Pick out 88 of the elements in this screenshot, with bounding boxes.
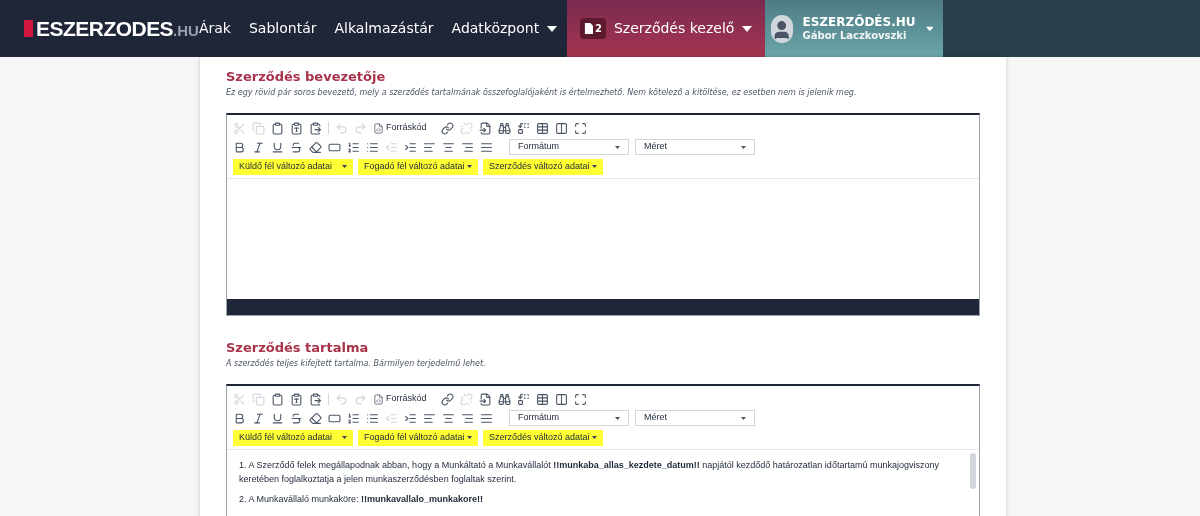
underline-icon[interactable] [271, 411, 284, 425]
maximize-icon[interactable] [573, 121, 587, 135]
dropdown[interactable]: Méret [635, 139, 755, 155]
align-justify-icon[interactable] [480, 140, 493, 154]
table-icon[interactable] [535, 392, 549, 406]
bullet-list-icon[interactable] [366, 140, 379, 154]
bold-icon[interactable] [233, 411, 246, 425]
replace-icon[interactable] [516, 392, 530, 406]
user-name: Gábor Laczkovszki [802, 28, 907, 42]
caret-icon [342, 436, 347, 439]
paste-text-icon[interactable] [290, 121, 303, 135]
nav-link[interactable]: Árak [198, 18, 231, 39]
find-icon[interactable] [497, 121, 511, 135]
align-center-icon[interactable] [442, 411, 455, 425]
caret-icon [741, 416, 746, 420]
paste-icon[interactable] [271, 392, 284, 406]
section-hint: A szerződés teljes kifejtett tartalma. Bármilyen terjedelmű lehet. [226, 358, 487, 370]
find-icon[interactable] [497, 392, 511, 406]
dropdown[interactable]: Formátum [509, 410, 629, 426]
paragraph: 2. A Munkavállaló munkaköre: !!munkavallalo_munkakore!! [239, 493, 485, 506]
align-right-icon[interactable] [461, 140, 474, 154]
caret-icon [592, 165, 597, 168]
variable-dropdown[interactable]: Szerződés változó adatai [483, 158, 603, 175]
document-icon [584, 23, 593, 34]
eraser-icon[interactable] [309, 411, 322, 425]
source-icon [373, 122, 384, 134]
align-left-icon[interactable] [423, 140, 436, 154]
link-icon[interactable] [440, 121, 454, 135]
align-center-icon[interactable] [442, 140, 455, 154]
avatar [771, 14, 793, 43]
company-name: ESZERZŐDÉS.HU [802, 15, 916, 29]
bullet-list-icon[interactable] [366, 411, 379, 425]
contract-manager-label: Szerződés kezelő [613, 19, 735, 38]
variable-dropdown[interactable]: Fogadó fél változó adatai [358, 158, 478, 175]
nav-link[interactable]: Adatközpont [451, 18, 558, 39]
nav-link[interactable]: Sablontár [249, 18, 317, 39]
caret-icon [467, 436, 472, 439]
bold-icon[interactable] [233, 140, 246, 154]
caret-icon [547, 25, 558, 32]
caret-icon [741, 145, 746, 149]
section-hint: Ez egy rövid pár soros bevezető, mely a szerződés tartalmának összefoglalójaként is értelmezhető. Nem kötelező a kitöltése, ez esetben nem is jelenik meg. [226, 87, 858, 99]
paste-icon[interactable] [271, 121, 284, 135]
underline-icon[interactable] [271, 140, 284, 154]
logo[interactable]: ESZERZODES.HU [24, 0, 199, 57]
caret-icon [742, 25, 753, 32]
variable-dropdown[interactable]: Küldő fél változó adatai [233, 429, 353, 446]
dropdown[interactable]: Formátum [509, 139, 629, 155]
scrollbar[interactable] [970, 453, 976, 489]
contract-manager-menu[interactable]: 2 Szerződés kezelő [567, 0, 766, 57]
caret-icon [342, 165, 347, 168]
variable-dropdown[interactable]: Szerződés változó adatai [483, 429, 603, 446]
indent-icon[interactable] [404, 140, 417, 154]
document-icon[interactable] [478, 121, 492, 135]
variable-dropdown[interactable]: Fogadó fél változó adatai [358, 429, 478, 446]
caret-icon [467, 165, 472, 168]
indent-icon[interactable] [404, 411, 417, 425]
maximize-icon[interactable] [573, 392, 587, 406]
contract-count-badge: 2 [580, 18, 606, 39]
caret-icon [925, 25, 934, 32]
source-icon [373, 393, 384, 405]
numbered-list-icon[interactable] [347, 411, 360, 425]
paragraph: 1. A Szerződő felek megállapodnak abban, hogy a Munkáltató a Munkavállalót !!munkaba_allas_kezdete_datum!! napjától kezdődő határozatlan időtartamú munkajogviszony keretében foglalkoztatja a jelen munkaszerződésben foglaltak szerint. [239, 459, 940, 486]
table-icon[interactable] [535, 121, 549, 135]
strikethrough-icon[interactable] [290, 140, 303, 154]
caret-icon [615, 416, 620, 420]
variable-dropdown[interactable]: Küldő fél változó adatai [233, 158, 353, 175]
align-left-icon[interactable] [423, 411, 436, 425]
source-button[interactable]: Forráskód [373, 392, 427, 406]
align-justify-icon[interactable] [480, 411, 493, 425]
dropdown[interactable]: Méret [635, 410, 755, 426]
replace-icon[interactable] [516, 121, 530, 135]
section-title: Szerződés bevezetője [226, 69, 387, 85]
align-right-icon[interactable] [461, 411, 474, 425]
source-button[interactable]: Forráskód [373, 121, 427, 135]
section-title: Szerződés tartalma [226, 340, 370, 356]
eraser-icon[interactable] [309, 140, 322, 154]
paste-text-icon[interactable] [290, 392, 303, 406]
caret-icon [615, 145, 620, 149]
strikethrough-icon[interactable] [290, 411, 303, 425]
logo-mark [24, 20, 33, 37]
nav-link[interactable]: Alkalmazástár [334, 18, 434, 39]
document-icon[interactable] [478, 392, 492, 406]
caret-icon [592, 436, 597, 439]
italic-icon[interactable] [252, 140, 265, 154]
numbered-list-icon[interactable] [347, 140, 360, 154]
user-menu[interactable]: ESZERZŐDÉS.HU Gábor Laczkovszki [765, 0, 944, 57]
italic-icon[interactable] [252, 411, 265, 425]
link-icon[interactable] [440, 392, 454, 406]
